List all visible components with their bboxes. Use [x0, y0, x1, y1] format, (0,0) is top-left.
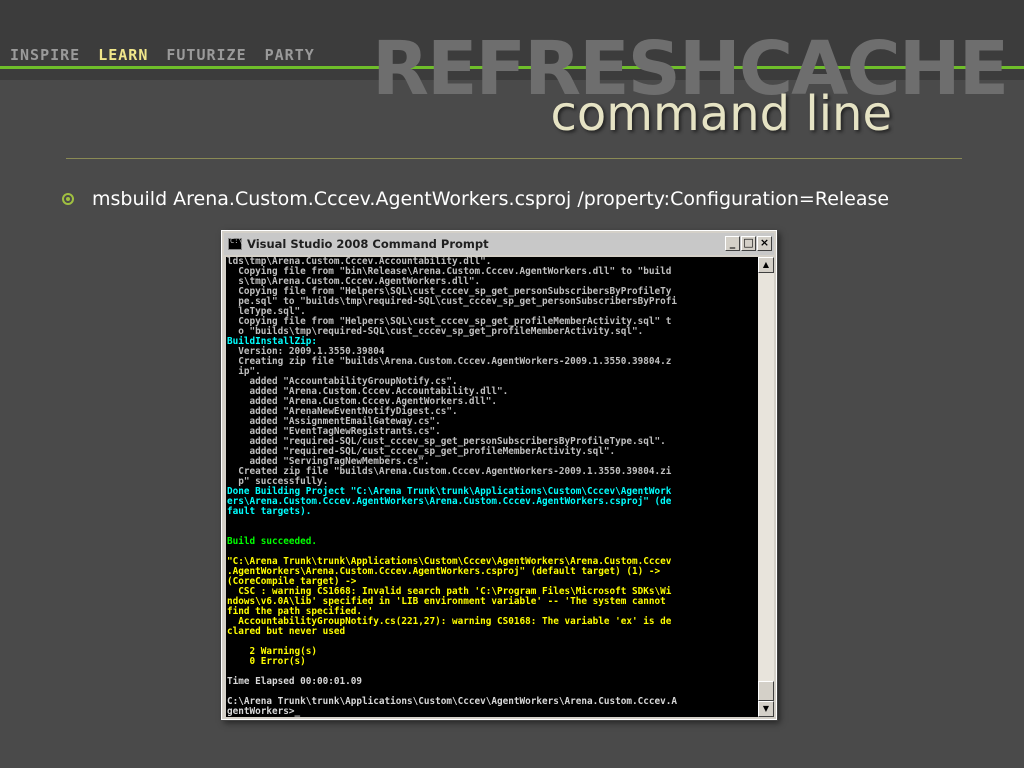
scroll-up-button[interactable]: ▲	[758, 257, 774, 273]
window-title: Visual Studio 2008 Command Prompt	[247, 237, 489, 251]
nav-party[interactable]: PARTY	[265, 46, 315, 64]
console-line: 2 Warning(s)	[227, 646, 318, 657]
console-line: 0 Error(s)	[227, 656, 306, 667]
slide-title: command line	[550, 86, 892, 142]
console-scrollbar[interactable]: ▲ ▼	[758, 257, 774, 717]
bullet-item: msbuild Arena.Custom.Cccev.AgentWorkers.…	[62, 188, 889, 210]
slide-nav: INSPIRE LEARN FUTURIZE PARTY	[0, 42, 390, 68]
console-line: Time Elapsed 00:00:01.09	[227, 676, 363, 687]
bullet-icon	[62, 193, 74, 205]
console-line: Creating zip file "builds\Arena.Custom.C…	[227, 356, 672, 367]
nav-futurize[interactable]: FUTURIZE	[166, 46, 246, 64]
console-text: lds\tmp\Arena.Custom.Cccev.Accountabilit…	[226, 257, 758, 717]
console-icon	[228, 237, 243, 250]
window-controls: _ □ ×	[725, 236, 772, 251]
window-titlebar[interactable]: Visual Studio 2008 Command Prompt _ □ ×	[224, 233, 774, 255]
close-button[interactable]: ×	[757, 236, 772, 251]
scroll-thumb[interactable]	[758, 681, 774, 701]
console-output[interactable]: lds\tmp\Arena.Custom.Cccev.Accountabilit…	[226, 257, 758, 717]
console-line: clared but never used	[227, 626, 346, 637]
nav-learn[interactable]: LEARN	[98, 46, 148, 64]
bullet-text: msbuild Arena.Custom.Cccev.AgentWorkers.…	[92, 188, 890, 210]
console-line: gentWorkers>_	[227, 706, 301, 717]
console-line: C:\Arena Trunk\trunk\Applications\Custom…	[227, 696, 678, 707]
console-line: pe.sql" to "builds\tmp\required-SQL\cust…	[227, 296, 678, 307]
console-line: Build succeeded.	[227, 536, 318, 547]
nav-inspire[interactable]: INSPIRE	[10, 46, 80, 64]
maximize-button[interactable]: □	[741, 236, 756, 251]
console-line: fault targets).	[227, 506, 312, 517]
command-prompt-window[interactable]: Visual Studio 2008 Command Prompt _ □ × …	[221, 230, 777, 720]
title-divider	[66, 158, 962, 159]
minimize-button[interactable]: _	[725, 236, 740, 251]
scroll-down-button[interactable]: ▼	[758, 701, 774, 717]
